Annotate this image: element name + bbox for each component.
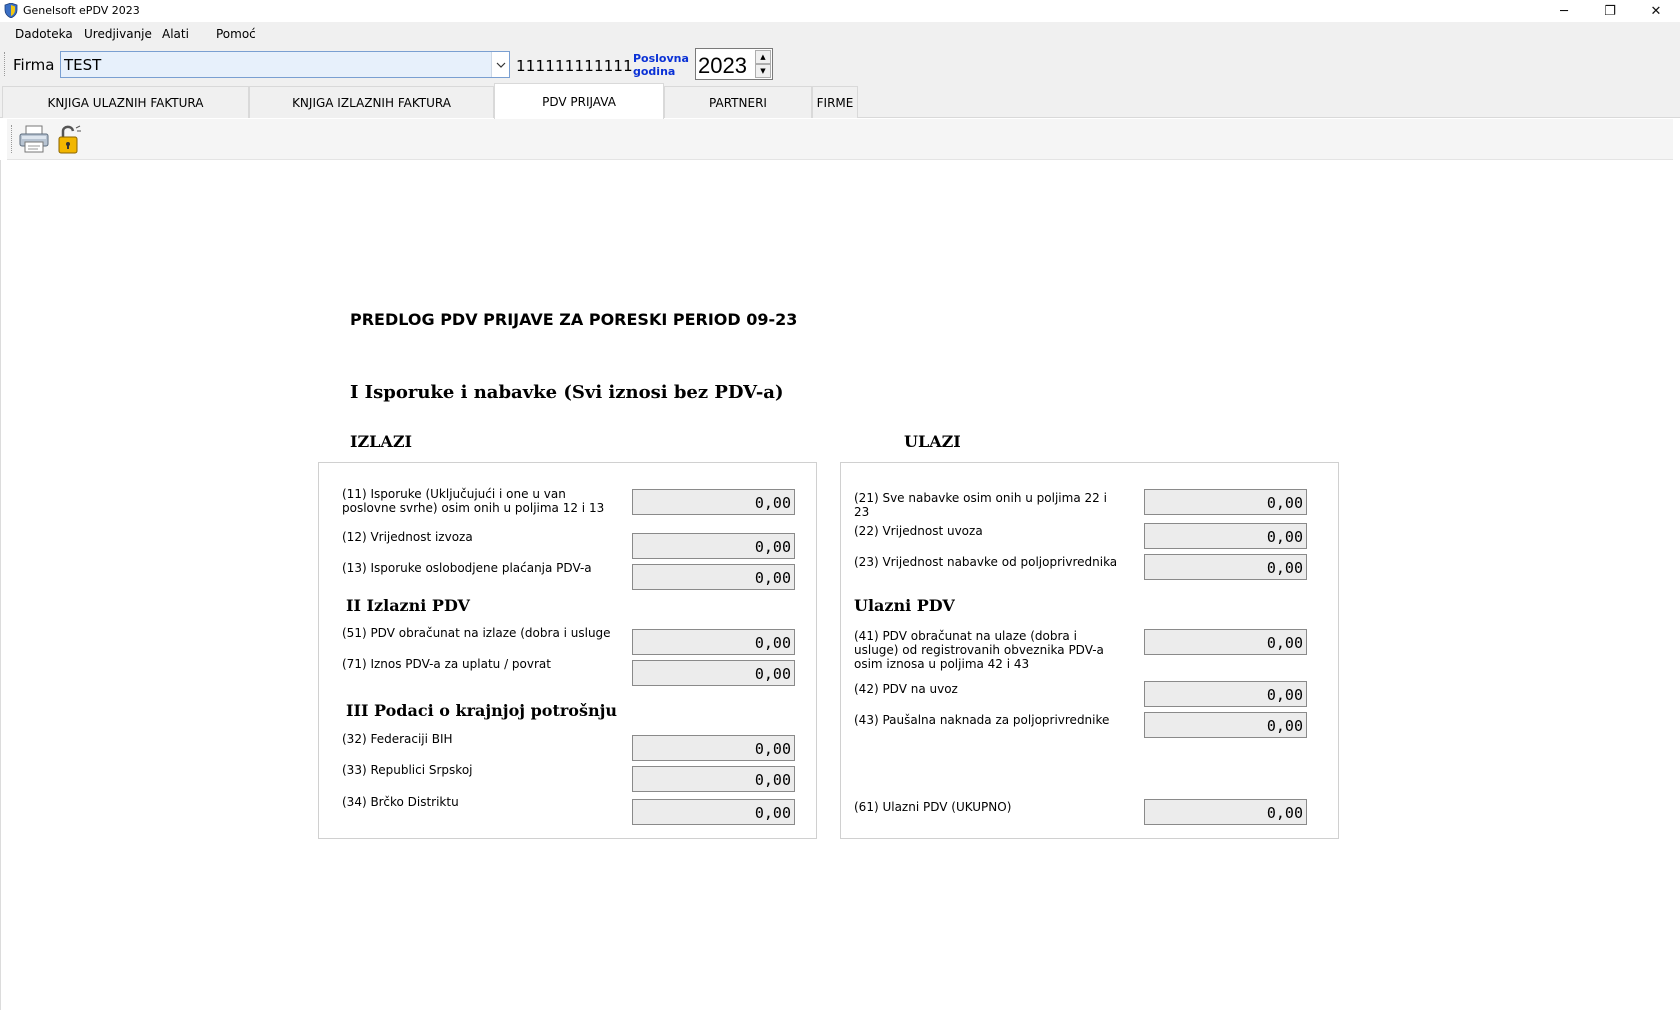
tab-strip: KNJIGA ULAZNIH FAKTURA KNJIGA IZLAZNIH F… (0, 83, 1680, 119)
firm-select-value: TEST (64, 56, 102, 74)
field-43-value: 0,00 (1144, 712, 1307, 738)
field-42-value: 0,00 (1144, 681, 1307, 707)
field-34-label: (34) Brčko Distriktu (342, 795, 459, 809)
field-32-label: (32) Federaciji BIH (342, 732, 453, 746)
menu-uredjivanje[interactable]: Uredjivanje (84, 27, 152, 41)
title-bar: Genelsoft ePDV 2023 ─ ❐ ✕ (0, 0, 1680, 22)
toolbar-grip[interactable] (4, 52, 7, 76)
field-11-value: 0,00 (632, 489, 795, 515)
field-41-value: 0,00 (1144, 629, 1307, 655)
field-33-label: (33) Republici Srpskoj (342, 763, 473, 777)
app-shield-icon (4, 3, 18, 18)
field-51-value: 0,00 (632, 629, 795, 655)
close-button[interactable]: ✕ (1633, 0, 1679, 22)
field-13-value: 0,00 (632, 564, 795, 590)
field-42-label: (42) PDV na uvoz (854, 682, 958, 696)
field-71-label: (71) Iznos PDV-a za uplatu / povrat (342, 657, 551, 671)
firm-select[interactable]: TEST (60, 51, 510, 78)
chevron-down-icon[interactable] (491, 52, 509, 77)
tab-knjiga-ulaznih[interactable]: KNJIGA ULAZNIH FAKTURA (2, 86, 249, 118)
field-21-label: (21) Sve nabavke osim onih u poljima 22 … (854, 491, 1107, 519)
tab-partneri[interactable]: PARTNERI (664, 86, 812, 118)
field-71-value: 0,00 (632, 660, 795, 686)
year-stepper[interactable]: 2023 ▲ ▼ (695, 48, 773, 80)
report-toolbar (7, 119, 1673, 160)
printer-icon (19, 125, 49, 153)
ulazi-panel: (21) Sve nabavke osim onih u poljima 22 … (840, 462, 1339, 839)
field-21-value: 0,00 (1144, 489, 1307, 515)
year-label-line1: Poslovna (633, 52, 689, 65)
unlock-button[interactable] (52, 122, 88, 156)
section-izlazni-pdv: II Izlazni PDV (346, 596, 470, 615)
section-isporuke-nabavke: I Isporuke i nabavke (Svi iznosi bez PDV… (350, 382, 784, 403)
izlazi-panel: (11) Isporuke (Uključujući i one u van p… (318, 462, 817, 839)
field-61-label: (61) Ulazni PDV (UKUPNO) (854, 800, 1012, 814)
firm-toolbar: Firma TEST 111111111111 Poslovna godina … (0, 46, 1680, 83)
menu-alati[interactable]: Alati (162, 27, 189, 41)
tab-firme[interactable]: FIRME (812, 86, 858, 118)
section-krajnja-potrosnja: III Podaci o krajnjoj potrošnju (346, 701, 618, 720)
field-32-value: 0,00 (632, 735, 795, 761)
menu-pomoc[interactable]: Pomoć (216, 27, 256, 41)
section-ulazni-pdv: Ulazni PDV (854, 596, 955, 615)
firm-id: 111111111111 (516, 57, 633, 75)
spin-down-icon[interactable]: ▼ (755, 64, 771, 78)
field-22-value: 0,00 (1144, 523, 1307, 549)
field-33-value: 0,00 (632, 766, 795, 792)
field-12-value: 0,00 (632, 533, 795, 559)
izlazi-heading: IZLAZI (350, 432, 412, 451)
field-22-label: (22) Vrijednost uvoza (854, 524, 983, 538)
year-label: Poslovna godina (633, 52, 689, 78)
field-51-label: (51) PDV obračunat na izlaze (dobra i us… (342, 626, 611, 640)
tab-knjiga-izlaznih[interactable]: KNJIGA IZLAZNIH FAKTURA (249, 86, 494, 118)
tab-pdv-prijava[interactable]: PDV PRIJAVA (494, 83, 664, 119)
field-61-value: 0,00 (1144, 799, 1307, 825)
field-11-label: (11) Isporuke (Uključujući i one u van p… (342, 487, 605, 515)
field-23-label: (23) Vrijednost nabavke od poljoprivredn… (854, 555, 1118, 569)
menu-dadoteka[interactable]: Dadoteka (15, 27, 73, 41)
field-12-label: (12) Vrijednost izvoza (342, 530, 473, 544)
field-43-label: (43) Paušalna naknada za poljoprivrednik… (854, 713, 1110, 727)
field-41-label: (41) PDV obračunat na ulaze (dobra i usl… (854, 629, 1104, 671)
report-title: PREDLOG PDV PRIJAVE ZA PORESKI PERIOD 09… (350, 310, 798, 329)
firm-label: Firma (13, 56, 55, 74)
ulazi-heading: ULAZI (904, 432, 961, 451)
field-23-value: 0,00 (1144, 554, 1307, 580)
print-button[interactable] (16, 122, 52, 156)
year-value: 2023 (698, 53, 747, 78)
menu-bar: Dadoteka Uredjivanje Alati Pomoć (0, 22, 1680, 46)
unlock-icon (58, 125, 81, 154)
spin-up-icon[interactable]: ▲ (755, 50, 771, 64)
field-13-label: (13) Isporuke oslobodjene plaćanja PDV-a (342, 561, 592, 575)
restore-button[interactable]: ❐ (1587, 0, 1633, 22)
minimize-button[interactable]: ─ (1541, 0, 1587, 22)
field-34-value: 0,00 (632, 799, 795, 825)
year-label-line2: godina (633, 65, 676, 78)
window-title: Genelsoft ePDV 2023 (23, 4, 140, 17)
toolbar-grip[interactable] (11, 125, 14, 153)
